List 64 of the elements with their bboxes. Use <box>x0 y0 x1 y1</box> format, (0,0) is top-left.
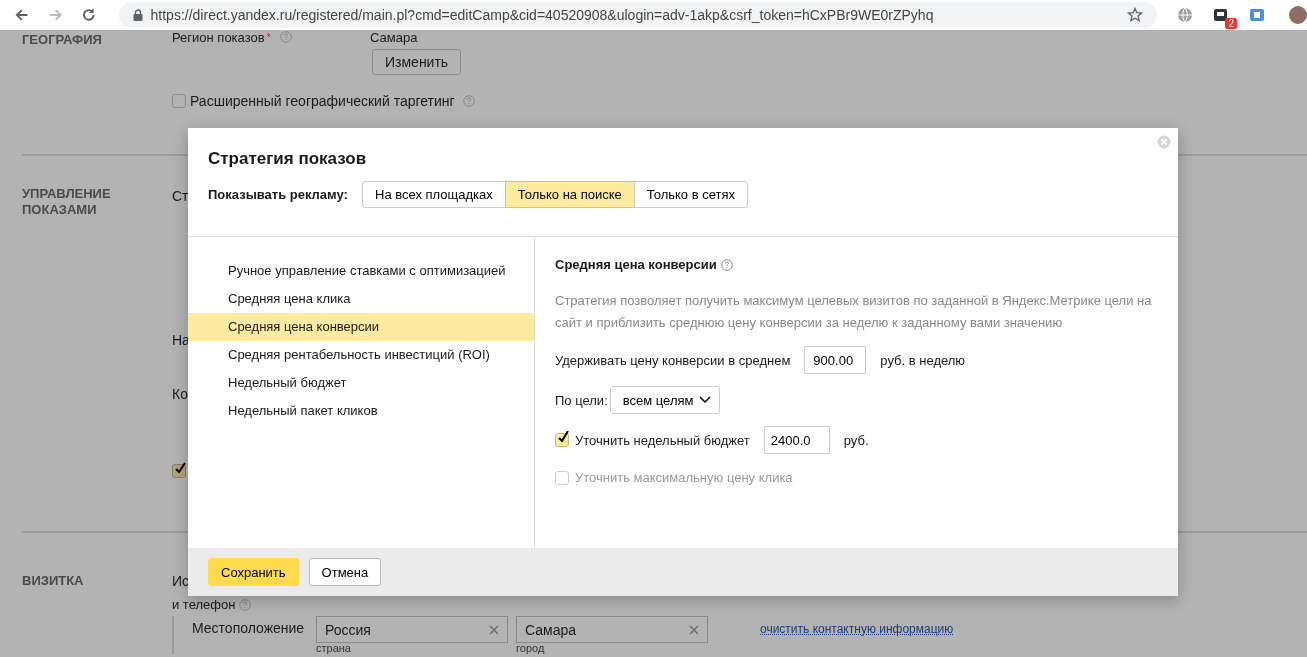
help-icon[interactable] <box>462 95 475 107</box>
placement-tab[interactable]: Только на поиске <box>504 181 635 208</box>
field-label: Ст <box>172 188 189 204</box>
help-icon[interactable] <box>720 258 733 271</box>
clear-contact-link[interactable]: очистить контактную информацию <box>760 622 954 636</box>
region-value: Самара <box>370 31 418 45</box>
strategy-item[interactable]: Недельный пакет кликов <box>188 397 534 425</box>
goal-dropdown[interactable]: всем целям <box>609 386 721 414</box>
strategy-item[interactable]: Средняя цена клика <box>188 285 534 313</box>
clear-icon[interactable] <box>489 624 499 635</box>
clear-icon[interactable] <box>689 624 699 635</box>
checkbox[interactable] <box>172 464 186 478</box>
checkbox-label: Уточнить максимальную цену клика <box>575 470 793 485</box>
strategy-title: Средняя цена конверсии <box>555 257 717 272</box>
help-icon[interactable] <box>279 31 292 43</box>
strategy-item[interactable]: Ручное управление ставками с оптимизацией <box>188 257 534 285</box>
field-label: Ко <box>172 386 188 402</box>
reload-icon[interactable] <box>81 7 97 23</box>
caret-icon <box>699 396 712 404</box>
url-text: https://direct.yandex.ru/registered/main.pl?cmd=editCamp&cid=40520908&ulogin=adv-1akp&csrf_token=hCxPBr9WE0rZPyhq <box>150 7 934 23</box>
extension-icon[interactable] <box>1213 7 1229 23</box>
avatar-icon[interactable] <box>1289 6 1307 24</box>
forward-icon[interactable] <box>47 7 64 23</box>
strategy-item[interactable]: Средняя рентабельность инвестиций (ROI) <box>188 341 534 369</box>
change-button[interactable]: Изменить <box>372 49 462 75</box>
strategy-item[interactable]: Недельный бюджет <box>188 369 534 397</box>
field-label: Регион показов <box>172 31 265 45</box>
lock-icon <box>132 9 143 21</box>
budget-input[interactable]: 2400.0 <box>763 426 830 454</box>
bookmark-star-icon[interactable] <box>1127 7 1143 23</box>
checkbox-label: Уточнить недельный бюджет <box>575 432 750 448</box>
cancel-button[interactable]: Отмена <box>308 558 382 586</box>
save-button[interactable]: Сохранить <box>208 558 299 586</box>
back-icon[interactable] <box>14 7 30 23</box>
checkbox[interactable] <box>172 94 186 108</box>
checkbox[interactable] <box>555 433 569 447</box>
field-label: и телефон <box>172 598 236 611</box>
required-mark: * <box>266 31 271 45</box>
field-label: Местоположение <box>192 619 306 636</box>
section-heading: ВИЗИТКА <box>22 573 85 590</box>
dialog-title: Стратегия показов <box>208 148 368 170</box>
close-icon[interactable] <box>1157 135 1171 149</box>
section-heading: ГЕОГРАФИЯ <box>22 31 103 49</box>
text-field[interactable]: Россия <box>316 616 508 643</box>
text-field[interactable]: Самара <box>516 616 708 643</box>
field-caption: город <box>516 643 546 654</box>
globe-icon[interactable] <box>1177 7 1193 23</box>
unit-label: руб. в неделю <box>880 352 966 368</box>
strategy-description: Стратегия позволяет получить максимум целевых визитов по заданной в Яндекс.Метрике цели на сайт и приблизить среднюю цену конверсии за неделю к заданному вами значению <box>555 292 1153 332</box>
placement-tab[interactable]: Только в сетях <box>633 181 748 208</box>
help-icon[interactable] <box>239 598 252 611</box>
address-bar[interactable]: https://direct.yandex.ru/registered/main.pl?cmd=editCamp&cid=40520908&ulogin=adv-1akp&csrf_token=hCxPBr9WE0rZPyhq <box>118 2 1157 28</box>
field-label: Ис <box>172 573 190 589</box>
field-label: По цели: <box>555 392 608 408</box>
checkbox-label: Расширенный географический таргетинг <box>190 93 455 109</box>
field-label: Показывать рекламу: <box>208 187 349 202</box>
notification-badge: 2 <box>1225 18 1237 29</box>
placement-tab[interactable]: На всех площадках <box>362 181 506 208</box>
field-label: Удерживать цену конверсии в среднем <box>555 352 791 368</box>
section-heading: УПРАВЛЕНИЕ ПОКАЗАМИ <box>22 185 112 219</box>
unit-label: руб. <box>843 432 869 448</box>
field-caption: страна <box>316 643 352 654</box>
price-input[interactable]: 900.00 <box>804 346 867 374</box>
strategy-item[interactable]: Средняя цена конверсии <box>188 313 534 341</box>
